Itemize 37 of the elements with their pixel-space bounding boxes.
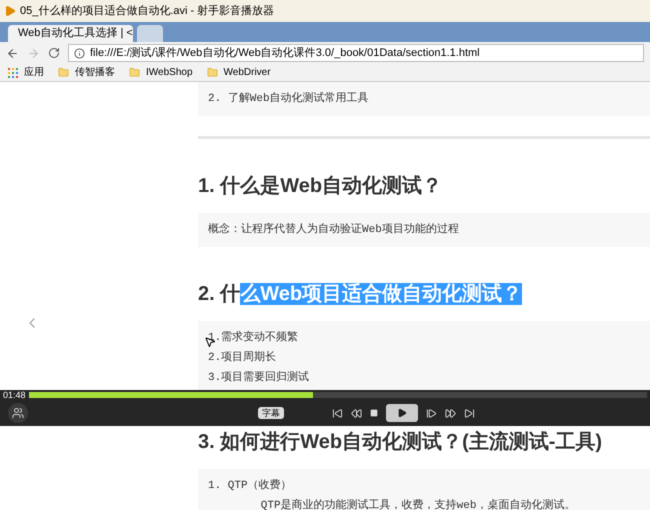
bookmark-item[interactable]: WebDriver [206,65,271,80]
player-logo-icon [4,5,16,17]
section-heading: 2. 什么Web项目适合做自动化测试？ [198,282,522,307]
previous-icon[interactable] [332,408,343,418]
browser-tab[interactable]: Web自动化工具选择 | < [8,25,133,42]
next-icon[interactable] [464,408,475,418]
code-line: 2.项目周期长 [208,351,278,365]
step-forward-icon[interactable] [426,408,437,418]
subtitle-button[interactable]: 字幕 [258,407,284,419]
users-icon [12,407,24,419]
section-heading: 1. 什么是Web自动化测试？ [198,174,442,199]
code-line: 3.项目需要回归测试 [208,371,310,385]
folder-icon [129,67,140,78]
section-heading: 3. 如何进行Web自动化测试？(主流测试-工具) [198,430,602,455]
seek-track[interactable] [28,392,647,398]
address-field[interactable]: file:///E:/测试/课件/Web自动化/Web自动化课件3.0/_book/01Data/section1.1.html [68,44,644,62]
code-line: 2. 了解Web自动化测试常用工具 [208,92,370,106]
reload-icon[interactable] [48,47,60,59]
stop-icon[interactable] [370,409,378,417]
window-title: 05_什么样的项目适合做自动化.avi - 射手影音播放器 [20,4,274,19]
users-button[interactable] [8,403,28,423]
back-icon[interactable] [6,46,19,60]
code-line: 1. QTP（收费） [208,479,293,493]
bookmark-item[interactable]: 传智播客 [58,65,115,80]
playback-time: 01:48 [3,390,26,400]
code-line: QTP是商业的功能测试工具，收费，支持web，桌面自动化测试。 [260,499,576,510]
folder-icon [206,67,218,78]
play-button[interactable] [386,404,418,422]
apps-grid-icon [8,68,18,78]
fast-forward-icon[interactable] [445,408,456,418]
play-icon [397,408,407,418]
rewind-icon[interactable] [351,408,362,418]
info-icon [74,48,85,58]
folder-icon [58,67,69,78]
bookmark-item[interactable]: IWebShop [129,65,193,80]
code-line: 概念：让程序代替人为自动验证Web项目功能的过程 [208,223,460,237]
bookmark-item[interactable]: 应用 [8,65,44,80]
